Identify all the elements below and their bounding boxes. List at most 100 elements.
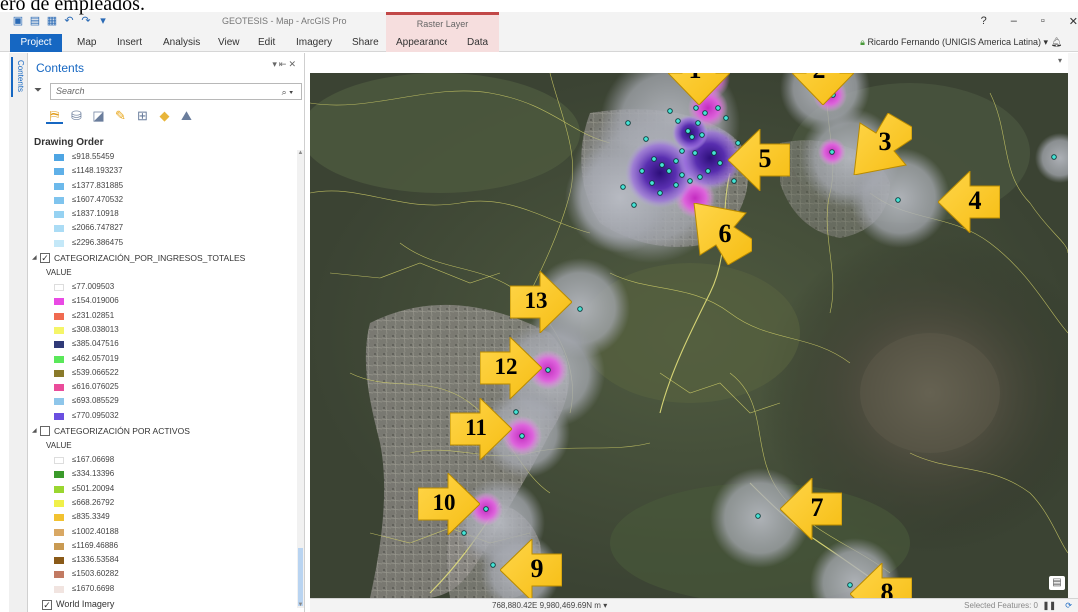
tab-share[interactable]: Share (352, 34, 379, 52)
annotation-number: 11 (465, 415, 487, 440)
map-tabs-dropdown-icon[interactable]: ▾ (1058, 56, 1062, 65)
tab-appearance[interactable]: Appearance (386, 34, 450, 52)
layer-ingresos-totales[interactable]: ◢ ✓ CATEGORIZACIÓN_POR_INGRESOS_TOTALES (28, 250, 296, 266)
notifications-icon[interactable]: ▤ (1049, 576, 1065, 590)
scroll-up-icon[interactable]: ▲ (297, 150, 304, 156)
legend-label: ≤1607.470532 (72, 194, 124, 204)
legend-class-row: ≤1336.53584 (28, 553, 296, 567)
map-view[interactable]: 12345678910111213 (310, 73, 1068, 598)
contents-side-tab[interactable]: Contents (11, 57, 25, 97)
legend-swatch (54, 211, 64, 219)
layer-visibility-checkbox[interactable]: ✓ (40, 253, 50, 264)
legend-label: ≤2066.747827 (72, 223, 124, 233)
legend-label: ≤668.26792 (72, 497, 115, 507)
annotation-arrow-12: 12 (480, 337, 542, 399)
layer-visibility-checkbox[interactable] (40, 426, 50, 437)
legend-swatch (54, 312, 64, 320)
legend-label: ≤1169.46886 (72, 540, 119, 550)
help-button[interactable]: ? (981, 15, 987, 28)
contents-view-toolbar: ⛿ ⛁ ◪ ✎ ⊞ ◆ ⛰ (46, 107, 195, 124)
pane-close-icon[interactable]: ✕ (288, 59, 298, 69)
list-by-perspective-imagery-icon[interactable]: ⛰ (178, 107, 195, 124)
close-button[interactable]: ✕ (1069, 15, 1078, 28)
list-by-selection-icon[interactable]: ◪ (90, 107, 107, 124)
contents-title: Contents (36, 61, 85, 75)
list-by-labeling-icon[interactable]: ◆ (156, 107, 173, 124)
search-icon[interactable]: ⌕ ▾ (282, 85, 293, 100)
annotation-arrow-9: 9 (500, 539, 562, 598)
refresh-icon[interactable]: ⟳ (1065, 599, 1072, 612)
annotation-number: 3 (878, 127, 892, 156)
layer-activos[interactable]: ◢ CATEGORIZACIÓN POR ACTIVOS (28, 423, 296, 439)
legend-swatch (54, 485, 64, 493)
legend-class-row: ≤167.06698 (28, 453, 296, 467)
map-view-header: ▾ (310, 53, 1068, 73)
world-imagery-label: World Imagery (56, 599, 115, 609)
list-by-editing-icon[interactable]: ✎ (112, 107, 129, 124)
legend-swatch (54, 557, 64, 565)
legend-list: ≤918.55459 ≤1148.193237 ≤1377.831885 ≤1607.… (28, 150, 296, 596)
legend-class-row: ≤501.20094 (28, 482, 296, 496)
legend-class-row: ≤1377.831885 (28, 179, 296, 193)
list-by-data-source-icon[interactable]: ⛁ (68, 107, 85, 124)
tab-imagery[interactable]: Imagery (296, 34, 332, 52)
legend-label: ≤1837.10918 (72, 209, 119, 219)
legend-class-row: ≤231.02851 (28, 309, 296, 323)
legend-label: ≤77.009503 (72, 282, 115, 292)
ribbon-tabs: Project Map Insert Analysis View Edit Im… (0, 34, 1078, 52)
legend-label: ≤501.20094 (72, 483, 115, 493)
legend-swatch (54, 369, 64, 377)
drawing-order-heading: Drawing Order (34, 137, 104, 148)
restore-button[interactable]: ▫ (1041, 15, 1045, 28)
annotation-number: 2 (804, 73, 834, 83)
list-by-snapping-icon[interactable]: ⊞ (134, 107, 151, 124)
tab-edit[interactable]: Edit (258, 34, 275, 52)
legend-class-row: ≤462.057019 (28, 352, 296, 366)
annotation-arrow-6: 6 (690, 203, 752, 265)
expand-layer-icon[interactable]: ◢ (32, 250, 37, 266)
legend-class-row: ≤539.066522 (28, 366, 296, 380)
expand-layer-icon[interactable]: ◢ (32, 423, 37, 439)
value-field-heading: VALUE (46, 441, 72, 451)
selected-features-count[interactable]: Selected Features: 0 (964, 599, 1038, 612)
tab-analysis[interactable]: Analysis (163, 34, 200, 52)
filter-icon[interactable]: ⏷ (34, 85, 45, 96)
tab-data[interactable]: Data (447, 34, 499, 52)
right-dock-strip (1068, 53, 1078, 612)
legend-label: ≤167.06698 (72, 455, 115, 465)
notification-bell-icon[interactable]: 🔔︎ (1051, 37, 1062, 47)
legend-class-row: ≤693.085529 (28, 394, 296, 408)
user-lock-icon: 🔒︎ (860, 37, 865, 47)
legend-label: ≤918.55459 (72, 152, 115, 161)
scroll-thumb[interactable] (298, 548, 303, 606)
legend-class-row: ≤1503.60282 (28, 567, 296, 581)
world-imagery-checkbox[interactable]: ✓ (42, 600, 52, 610)
legend-label: ≤1503.60282 (72, 569, 119, 579)
search-input[interactable]: Search ⌕ ▾ (50, 83, 302, 100)
annotation-arrow-13: 13 (510, 271, 572, 333)
contents-scrollbar[interactable]: ▲ ▼ (297, 150, 304, 608)
minimize-button[interactable]: – (1011, 15, 1017, 28)
legend-label: ≤334.13396 (72, 469, 115, 479)
pause-drawing-icon[interactable]: ❚❚ (1043, 599, 1056, 612)
legend-class-row: ≤1607.470532 (28, 193, 296, 207)
legend-class-row: ≤1670.6698 (28, 582, 296, 596)
legend-class-row: ≤1837.10918 (28, 207, 296, 221)
legend-label: ≤539.066522 (72, 367, 119, 377)
tab-map[interactable]: Map (77, 34, 96, 52)
legend-swatch (54, 225, 64, 233)
legend-class-row: ≤668.26792 (28, 496, 296, 510)
tab-insert[interactable]: Insert (117, 34, 142, 52)
tab-view[interactable]: View (218, 34, 240, 52)
user-account[interactable]: 🔒︎ Ricardo Fernando (UNIGIS America Lati… (860, 37, 1062, 48)
scroll-down-icon[interactable]: ▼ (297, 602, 304, 608)
raster-layer-context-group: Raster Layer (386, 12, 499, 34)
layer-world-imagery[interactable]: ✓ World Imagery (42, 599, 114, 610)
tab-project[interactable]: Project (10, 34, 62, 52)
legend-swatch (54, 542, 64, 550)
annotation-number: 9 (530, 554, 544, 583)
list-by-drawing-order-icon[interactable]: ⛿ (46, 107, 63, 124)
annotation-number: 7 (810, 493, 824, 522)
coordinate-readout[interactable]: 768,880.42E 9,980,469.69N m ▾ (492, 599, 607, 612)
legend-swatch (54, 196, 64, 204)
